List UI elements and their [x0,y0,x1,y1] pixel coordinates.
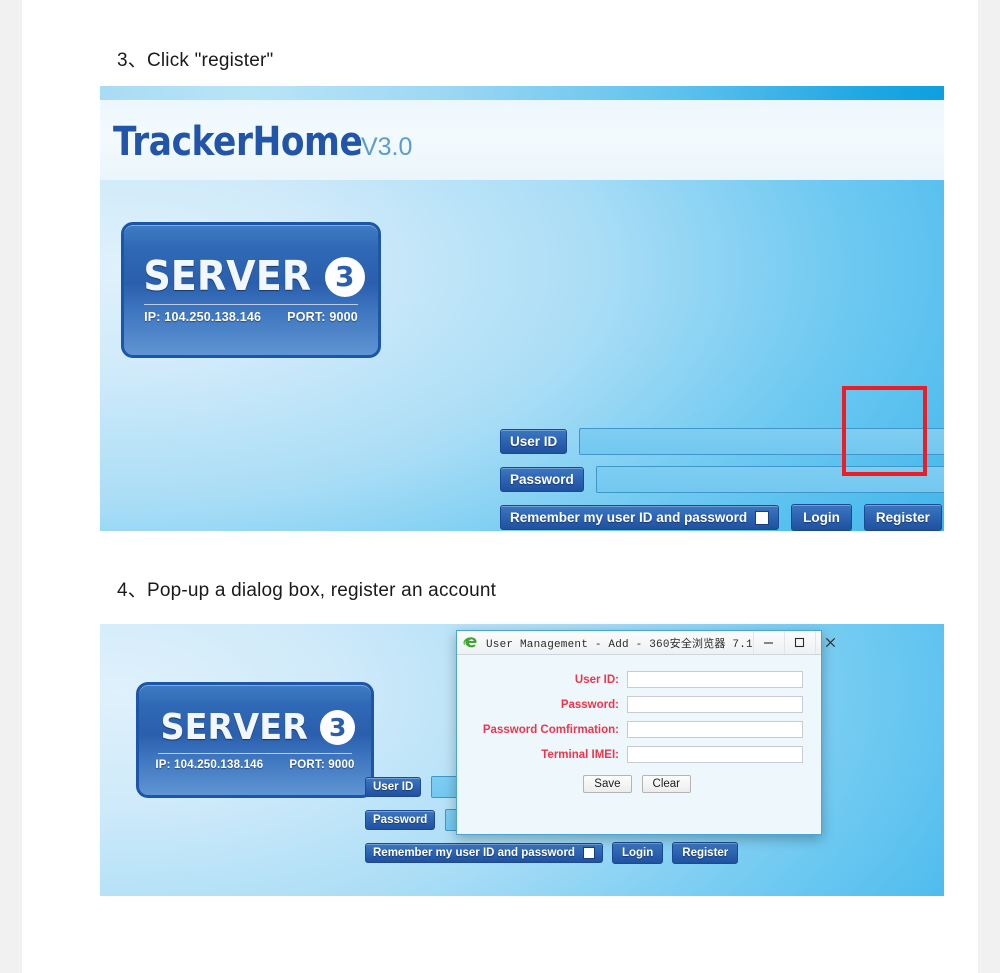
server-port-label: PORT: 9000 [287,310,358,324]
brand-name: TrackerHome [113,119,363,165]
register-button[interactable]: Register [863,504,942,531]
server-badge-divider [144,304,358,305]
password-row: Password [500,466,944,493]
server-badge-divider [157,752,353,754]
dialog-field-row: User ID: [463,671,803,688]
server-badge: SERVER 3 IP: 104.250.138.146 PORT: 9000 [121,222,381,358]
login-screenshot-panel: TrackerHome V3.0 SERVER 3 IP: 104.250.13… [100,86,944,531]
dialog-user-id-label: User ID: [574,673,619,686]
dialog-user-id-input[interactable] [627,671,803,688]
close-icon[interactable] [814,631,846,654]
server-badge: SERVER 3 IP: 104.250.138.146 PORT: 9000 [136,682,374,798]
minimize-icon[interactable] [752,631,784,654]
app-brand: TrackerHome V3.0 [113,122,412,162]
login-button[interactable]: Login [611,842,664,864]
password-label: Password [365,810,436,830]
window-controls [752,631,846,654]
app-masthead: TrackerHome V3.0 [100,100,944,180]
dialog-actions-row: Save Clear [463,775,803,793]
server-badge-meta: IP: 104.250.138.146 PORT: 9000 [155,759,354,771]
dialog-password-input[interactable] [627,696,803,713]
server-badge-title: SERVER [143,252,312,300]
user-id-input[interactable] [579,428,944,455]
remember-me-checkbox[interactable] [755,510,770,525]
login-button[interactable]: Login [791,504,852,531]
register-button[interactable]: Register [672,842,739,864]
server-ip-label: IP: 104.250.138.146 [155,758,264,771]
server-port-label: PORT: 9000 [289,758,355,771]
document-page: 3、Click "register" TrackerHome V3.0 SERV… [22,0,978,973]
remember-me-toggle[interactable]: Remember my user ID and password [365,843,603,863]
dialog-field-row: Terminal IMEI: [463,746,803,763]
step-3-caption: 3、Click "register" [117,50,274,71]
dialog-title: User Management - Add - 360安全浏览器 7.1 [486,638,753,651]
login-app-body: SERVER 3 IP: 104.250.138.146 PORT: 9000 … [100,180,944,531]
server-badge-meta: IP: 104.250.138.146 PORT: 9000 [144,310,358,324]
dialog-password-label: Password: [560,698,619,711]
server-badge-number: 3 [320,710,356,745]
remember-me-checkbox[interactable] [582,847,595,859]
dialog-password-confirmation-input[interactable] [627,721,803,738]
app-top-strip [100,86,944,100]
server-badge-title-row: SERVER 3 [137,252,365,300]
server-ip-label: IP: 104.250.138.146 [144,310,262,324]
clear-button[interactable]: Clear [641,775,691,793]
dialog-terminal-imei-label: Terminal IMEI: [541,748,619,761]
save-button[interactable]: Save [583,775,632,793]
login-form: User ID Password Remember my user ID and… [500,428,944,531]
user-management-dialog: User Management - Add - 360安全浏览器 7.1 Use… [456,630,836,835]
password-label: Password [500,467,584,492]
dialog-field-row: Password Comfirmation: [463,721,803,738]
dialog-password-confirmation-label: Password Comfirmation: [482,723,619,736]
dialog-terminal-imei-input[interactable] [627,746,803,763]
remember-me-toggle[interactable]: Remember my user ID and password [500,505,780,530]
login-actions-row: Remember my user ID and password Login R… [365,842,815,864]
server-badge-number: 3 [324,256,365,297]
user-id-row: User ID [500,428,944,455]
remember-me-label: Remember my user ID and password [510,510,748,525]
remember-me-label: Remember my user ID and password [373,847,575,859]
browser-e-icon [463,635,479,651]
login-actions-row: Remember my user ID and password Login R… [500,504,944,531]
dialog-field-row: Password: [463,696,803,713]
brand-version: V3.0 [360,133,413,161]
server-badge-title: SERVER [160,706,308,748]
user-id-label: User ID [500,429,568,454]
password-input[interactable] [595,466,944,493]
server-badge-title-row: SERVER 3 [155,706,356,748]
maximize-icon[interactable] [783,631,815,654]
dialog-body: User ID: Password: Password Comfirmation… [457,655,821,834]
step-4-caption: 4、Pop-up a dialog box, register an accou… [117,580,497,601]
user-id-label: User ID [365,777,422,797]
dialog-titlebar[interactable]: User Management - Add - 360安全浏览器 7.1 [457,631,836,655]
